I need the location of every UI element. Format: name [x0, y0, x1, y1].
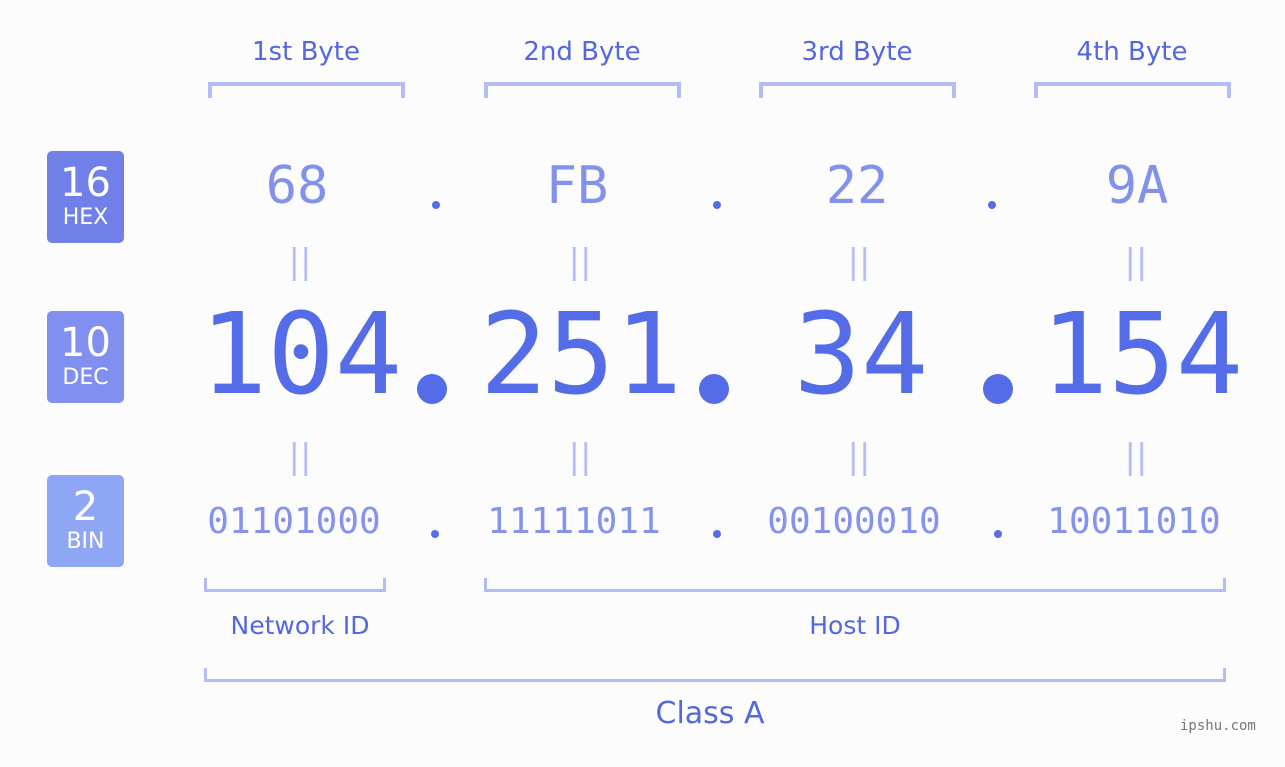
dec-separator-dot	[699, 374, 729, 404]
hex-byte-3: 22	[825, 156, 889, 216]
hex-byte-4: 9A	[1105, 156, 1169, 216]
bin-base-label: BIN	[66, 529, 105, 554]
class-label: Class A	[655, 696, 765, 731]
watermark: ipshu.com	[1180, 718, 1256, 734]
equals-icon: ||	[288, 437, 312, 477]
hex-base-number: 16	[60, 160, 111, 206]
bin-separator-dot	[431, 530, 439, 538]
byte-bracket-1	[208, 82, 405, 98]
class-bracket	[204, 668, 1226, 682]
bin-separator-dot	[713, 530, 721, 538]
byte-header-2: 2nd Byte	[523, 37, 641, 67]
hex-separator-dot	[432, 201, 440, 209]
equals-icon: ||	[568, 242, 592, 282]
byte-header-4: 4th Byte	[1076, 37, 1188, 67]
bin-byte-1: 01101000	[207, 501, 381, 542]
hex-base-badge: 16 HEX	[47, 151, 124, 243]
dec-byte-3: 34	[793, 290, 929, 420]
hex-byte-2: FB	[545, 156, 609, 216]
equals-icon: ||	[1124, 437, 1148, 477]
dec-byte-1: 104	[199, 290, 403, 420]
byte-bracket-4	[1034, 82, 1231, 98]
bin-base-badge: 2 BIN	[47, 475, 124, 567]
equals-icon: ||	[568, 437, 592, 477]
equals-icon: ||	[847, 242, 871, 282]
hex-base-label: HEX	[62, 205, 109, 230]
dec-base-label: DEC	[62, 365, 109, 390]
dec-separator-dot	[417, 374, 447, 404]
dec-separator-dot	[983, 374, 1013, 404]
bin-byte-2: 11111011	[487, 501, 661, 542]
network-id-label: Network ID	[230, 611, 370, 640]
dec-byte-2: 251	[479, 290, 683, 420]
bin-byte-4: 10011010	[1047, 501, 1221, 542]
equals-icon: ||	[847, 437, 871, 477]
byte-header-3: 3rd Byte	[801, 37, 913, 67]
dec-byte-4: 154	[1040, 290, 1244, 420]
dec-base-number: 10	[60, 320, 111, 366]
network-id-bracket	[204, 578, 386, 592]
bin-base-number: 2	[72, 484, 99, 530]
equals-icon: ||	[288, 242, 312, 282]
byte-bracket-3	[759, 82, 956, 98]
host-id-label: Host ID	[809, 611, 901, 640]
hex-separator-dot	[988, 201, 996, 209]
byte-bracket-2	[484, 82, 681, 98]
host-id-bracket	[484, 578, 1226, 592]
hex-byte-1: 68	[265, 156, 329, 216]
byte-header-1: 1st Byte	[252, 37, 360, 67]
bin-byte-3: 00100010	[767, 501, 941, 542]
hex-separator-dot	[713, 201, 721, 209]
bin-separator-dot	[994, 530, 1002, 538]
equals-icon: ||	[1124, 242, 1148, 282]
dec-base-badge: 10 DEC	[47, 311, 124, 403]
